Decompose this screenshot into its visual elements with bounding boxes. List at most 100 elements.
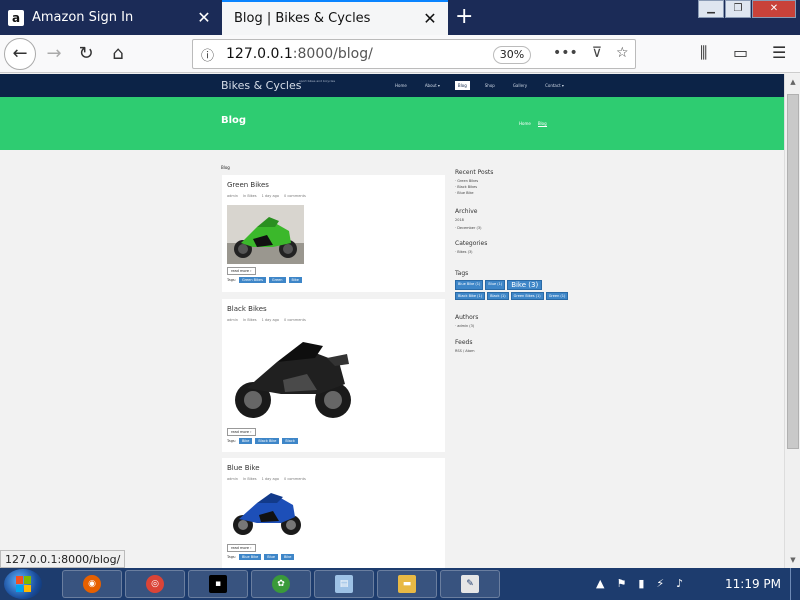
recent-post-link[interactable]: · Blue Bike xyxy=(455,191,474,195)
tag-link[interactable]: Bike xyxy=(288,277,302,283)
action-center-flag-icon[interactable]: ⚑ xyxy=(616,577,626,590)
tag-link[interactable]: Black xyxy=(282,438,298,444)
back-arrow-icon[interactable]: ← xyxy=(4,38,36,70)
post-title[interactable]: Green Bikes xyxy=(227,181,269,189)
archive-year[interactable]: 2018 xyxy=(455,218,464,222)
tag-cloud-link[interactable]: Black (1) xyxy=(487,292,509,300)
black-motorcycle-image[interactable] xyxy=(227,328,360,423)
author-link[interactable]: · admin (3) xyxy=(455,324,474,328)
post-comments[interactable]: 0 comments xyxy=(284,318,306,322)
post-comments[interactable]: 0 comments xyxy=(284,477,306,481)
restore-button[interactable]: ❐ xyxy=(725,0,751,18)
menu-item-contact[interactable]: Contact ▾ xyxy=(542,81,567,90)
tag-cloud-link[interactable]: Blue Bike (1) xyxy=(455,280,484,290)
post-title[interactable]: Black Bikes xyxy=(227,305,267,313)
post-author[interactable]: admin xyxy=(227,318,238,322)
post-comments[interactable]: 0 comments xyxy=(284,194,306,198)
pocket-icon[interactable]: ⊽ xyxy=(592,45,602,61)
sidebar-icon[interactable]: ▭ xyxy=(733,43,748,62)
minimize-button[interactable]: ▁ xyxy=(698,0,724,18)
taskbar-command-prompt[interactable]: ▪ xyxy=(188,570,248,598)
reload-icon[interactable]: ↻ xyxy=(72,40,100,68)
close-tab-icon[interactable]: ✕ xyxy=(194,8,214,27)
close-tab-icon[interactable]: ✕ xyxy=(420,9,440,28)
volume-icon[interactable]: ♪ xyxy=(676,577,683,590)
info-icon[interactable]: ⓘ xyxy=(201,45,214,64)
menu-item-blog[interactable]: Blog xyxy=(454,81,470,90)
read-more-button[interactable]: read more › xyxy=(227,428,256,436)
tag-link[interactable]: Blue Bike xyxy=(238,554,262,560)
taskbar-notepad[interactable]: ▤ xyxy=(314,570,374,598)
archive-month-link[interactable]: · December (3) xyxy=(455,226,481,230)
recent-post-link[interactable]: · Green Bikes xyxy=(455,179,478,183)
tags-heading: Tags xyxy=(455,270,469,277)
taskbar-clock[interactable]: 11:19 PM xyxy=(725,577,781,591)
post-category[interactable]: In Bikes xyxy=(243,318,257,322)
scrollbar-thumb[interactable] xyxy=(787,94,799,449)
close-window-button[interactable]: ✕ xyxy=(752,0,796,18)
taskbar-app[interactable]: ✿ xyxy=(251,570,311,598)
breadcrumb-home[interactable]: Home xyxy=(519,121,531,127)
tag-link[interactable]: Green xyxy=(268,277,286,283)
home-icon[interactable]: ⌂ xyxy=(104,40,132,68)
new-tab-icon[interactable]: + xyxy=(455,4,473,30)
address-bar[interactable]: ⓘ 127.0.0.1:8000/blog/ 30% ••• ⊽ ☆ xyxy=(192,39,636,69)
post-author[interactable]: admin xyxy=(227,194,238,198)
tag-link[interactable]: Black Bike xyxy=(255,438,280,444)
post-category[interactable]: In Bikes xyxy=(243,477,257,481)
power-icon[interactable]: ⚡ xyxy=(656,577,664,590)
show-desktop-button[interactable] xyxy=(790,568,800,600)
tag-cloud-link[interactable]: Bike (3) xyxy=(507,280,543,290)
recent-post-link[interactable]: · Black Bikes xyxy=(455,185,477,189)
page-actions-icon[interactable]: ••• xyxy=(553,45,578,61)
tag-cloud-link[interactable]: Green Bikes (1) xyxy=(510,292,544,300)
post-category[interactable]: In Bikes xyxy=(243,194,257,198)
post-author[interactable]: admin xyxy=(227,477,238,481)
app-icon: ✿ xyxy=(272,575,290,593)
tab-amazon-sign-in[interactable]: a Amazon Sign In ✕ xyxy=(0,0,222,35)
scroll-down-arrow-icon[interactable]: ▼ xyxy=(785,552,800,568)
site-brand[interactable]: Bikes & Cycles xyxy=(221,79,301,92)
post-date: 1 day ago xyxy=(261,194,279,198)
tag-cloud-link[interactable]: Green (1) xyxy=(545,292,569,300)
firefox-icon: ◉ xyxy=(83,575,101,593)
post-tags: Tags: Green Bikes Green Bike xyxy=(227,277,302,283)
taskbar-chrome[interactable]: ◎ xyxy=(125,570,185,598)
tag-cloud-link[interactable]: Black Bike (1) xyxy=(455,292,486,300)
scroll-up-arrow-icon[interactable]: ▲ xyxy=(785,74,800,90)
menu-item-gallery[interactable]: Gallery xyxy=(510,81,530,90)
tag-link[interactable]: Bike xyxy=(280,554,295,560)
taskbar-explorer[interactable]: ▬ xyxy=(377,570,437,598)
tag-link[interactable]: Bike xyxy=(238,438,253,444)
blue-motorcycle-image[interactable] xyxy=(227,487,307,539)
tag-link[interactable]: Blue xyxy=(264,554,278,560)
hamburger-menu-icon[interactable]: ☰ xyxy=(772,43,786,62)
feeds-links[interactable]: RSS / Atom xyxy=(455,349,475,353)
zoom-level-badge[interactable]: 30% xyxy=(493,46,531,64)
read-more-button[interactable]: read more › xyxy=(227,544,256,552)
library-icon[interactable]: ⫼ xyxy=(700,43,707,63)
read-more-button[interactable]: read more › xyxy=(227,267,256,275)
taskbar-firefox[interactable]: ◉ xyxy=(62,570,122,598)
start-button[interactable] xyxy=(4,569,42,599)
network-signal-icon[interactable]: ▮ xyxy=(638,577,644,590)
post-date: 1 day ago xyxy=(261,477,279,481)
tab-blog[interactable]: Blog | Bikes & Cycles ✕ xyxy=(222,0,448,35)
folder-icon: ▬ xyxy=(398,575,416,593)
bookmark-star-icon[interactable]: ☆ xyxy=(616,45,629,61)
category-link[interactable]: · Bikes (3) xyxy=(455,250,473,254)
menu-item-home[interactable]: Home xyxy=(392,81,410,90)
taskbar-editor[interactable]: ✎ xyxy=(440,570,500,598)
tags-label: Tags: xyxy=(227,278,236,282)
forward-arrow-icon[interactable]: → xyxy=(40,40,68,68)
tag-link[interactable]: Green Bikes xyxy=(238,277,266,283)
menu-item-about[interactable]: About ▾ xyxy=(422,81,443,90)
system-tray: ▲ ⚑ ▮ ⚡ ♪ xyxy=(596,577,683,590)
menu-item-shop[interactable]: Shop xyxy=(482,81,498,90)
tag-cloud-link[interactable]: Blue (1) xyxy=(485,280,506,290)
editor-icon: ✎ xyxy=(461,575,479,593)
post-title[interactable]: Blue Bike xyxy=(227,464,260,472)
show-hidden-icons-icon[interactable]: ▲ xyxy=(596,577,604,590)
green-motorcycle-image[interactable] xyxy=(227,205,304,264)
page-scrollbar[interactable]: ▲ ▼ xyxy=(784,74,800,568)
